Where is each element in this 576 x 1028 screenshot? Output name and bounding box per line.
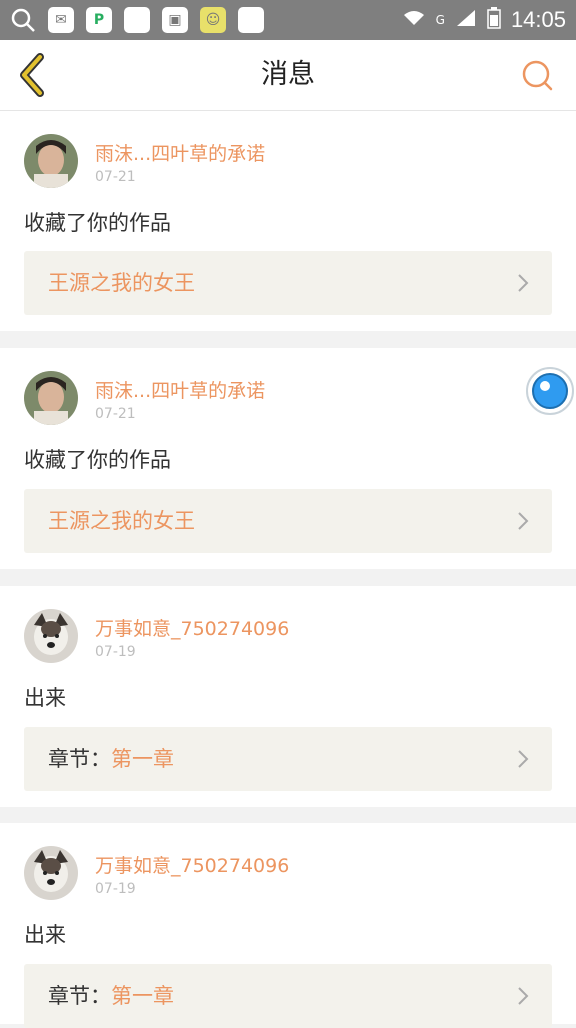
floating-assist-button[interactable]: [526, 367, 574, 415]
chapter-link[interactable]: 章节：第一章: [24, 964, 552, 1028]
chapter-link[interactable]: 章节：第一章: [24, 727, 552, 791]
chevron-right-icon: [518, 987, 529, 1005]
clock: 14:05: [510, 7, 566, 32]
work-link[interactable]: 王源之我的女王: [24, 489, 552, 553]
app2-notification-icon: [238, 7, 264, 33]
link-title: 王源之我的女王: [48, 509, 195, 533]
chevron-right-icon: [518, 750, 529, 768]
avatar[interactable]: [24, 371, 78, 425]
link-prefix: 章节：: [48, 747, 111, 771]
username[interactable]: 万事如意_750274096: [95, 851, 289, 878]
message-card: 雨沫...四叶草的承诺 07-21 收藏了你的作品 王源之我的女王: [0, 111, 576, 331]
search-button[interactable]: [520, 58, 554, 92]
battery-icon: [487, 7, 501, 33]
username[interactable]: 雨沫...四叶草的承诺: [95, 139, 265, 166]
message-text: 收藏了你的作品: [24, 211, 171, 235]
link-title: 第一章: [111, 984, 174, 1008]
header-bar: 消息: [0, 40, 576, 111]
network-type: G: [435, 13, 445, 27]
mail-notification-icon: ✉: [48, 7, 74, 33]
avatar[interactable]: [24, 609, 78, 663]
message-card: 万事如意_750274096 07-19 出来 章节：第一章: [0, 823, 576, 1028]
p-app-notification-icon: P: [86, 7, 112, 33]
status-bar: ✉ P ▣ ☺ G 14:05: [0, 0, 576, 40]
chevron-right-icon: [518, 274, 529, 292]
floating-circle-icon: [526, 367, 574, 415]
message-date: 07-21: [95, 169, 136, 185]
signal-icon: [455, 8, 477, 32]
avatar[interactable]: [24, 134, 78, 188]
message-card: 雨沫...四叶草的承诺 07-21 收藏了你的作品 王源之我的女王: [0, 348, 576, 569]
avatar[interactable]: [24, 846, 78, 900]
search-notification-icon: [10, 7, 36, 33]
username[interactable]: 雨沫...四叶草的承诺: [95, 376, 265, 403]
wifi-icon: [402, 9, 426, 31]
app-notification-icon: [124, 7, 150, 33]
link-prefix: 章节：: [48, 984, 111, 1008]
cartoon-app-notification-icon: ☺: [200, 7, 226, 33]
work-link[interactable]: 王源之我的女王: [24, 251, 552, 315]
message-date: 07-19: [95, 644, 136, 660]
message-text: 出来: [24, 686, 66, 710]
message-date: 07-19: [95, 881, 136, 897]
message-text: 收藏了你的作品: [24, 448, 171, 472]
page-title: 消息: [261, 59, 315, 90]
search-icon: [522, 60, 553, 91]
link-title: 第一章: [111, 747, 174, 771]
message-card: 万事如意_750274096 07-19 出来 章节：第一章: [0, 586, 576, 807]
link-title: 王源之我的女王: [48, 271, 195, 295]
chevron-right-icon: [518, 512, 529, 530]
message-text: 出来: [24, 923, 66, 947]
message-date: 07-21: [95, 406, 136, 422]
cards-notification-icon: ▣: [162, 7, 188, 33]
username[interactable]: 万事如意_750274096: [95, 614, 289, 641]
